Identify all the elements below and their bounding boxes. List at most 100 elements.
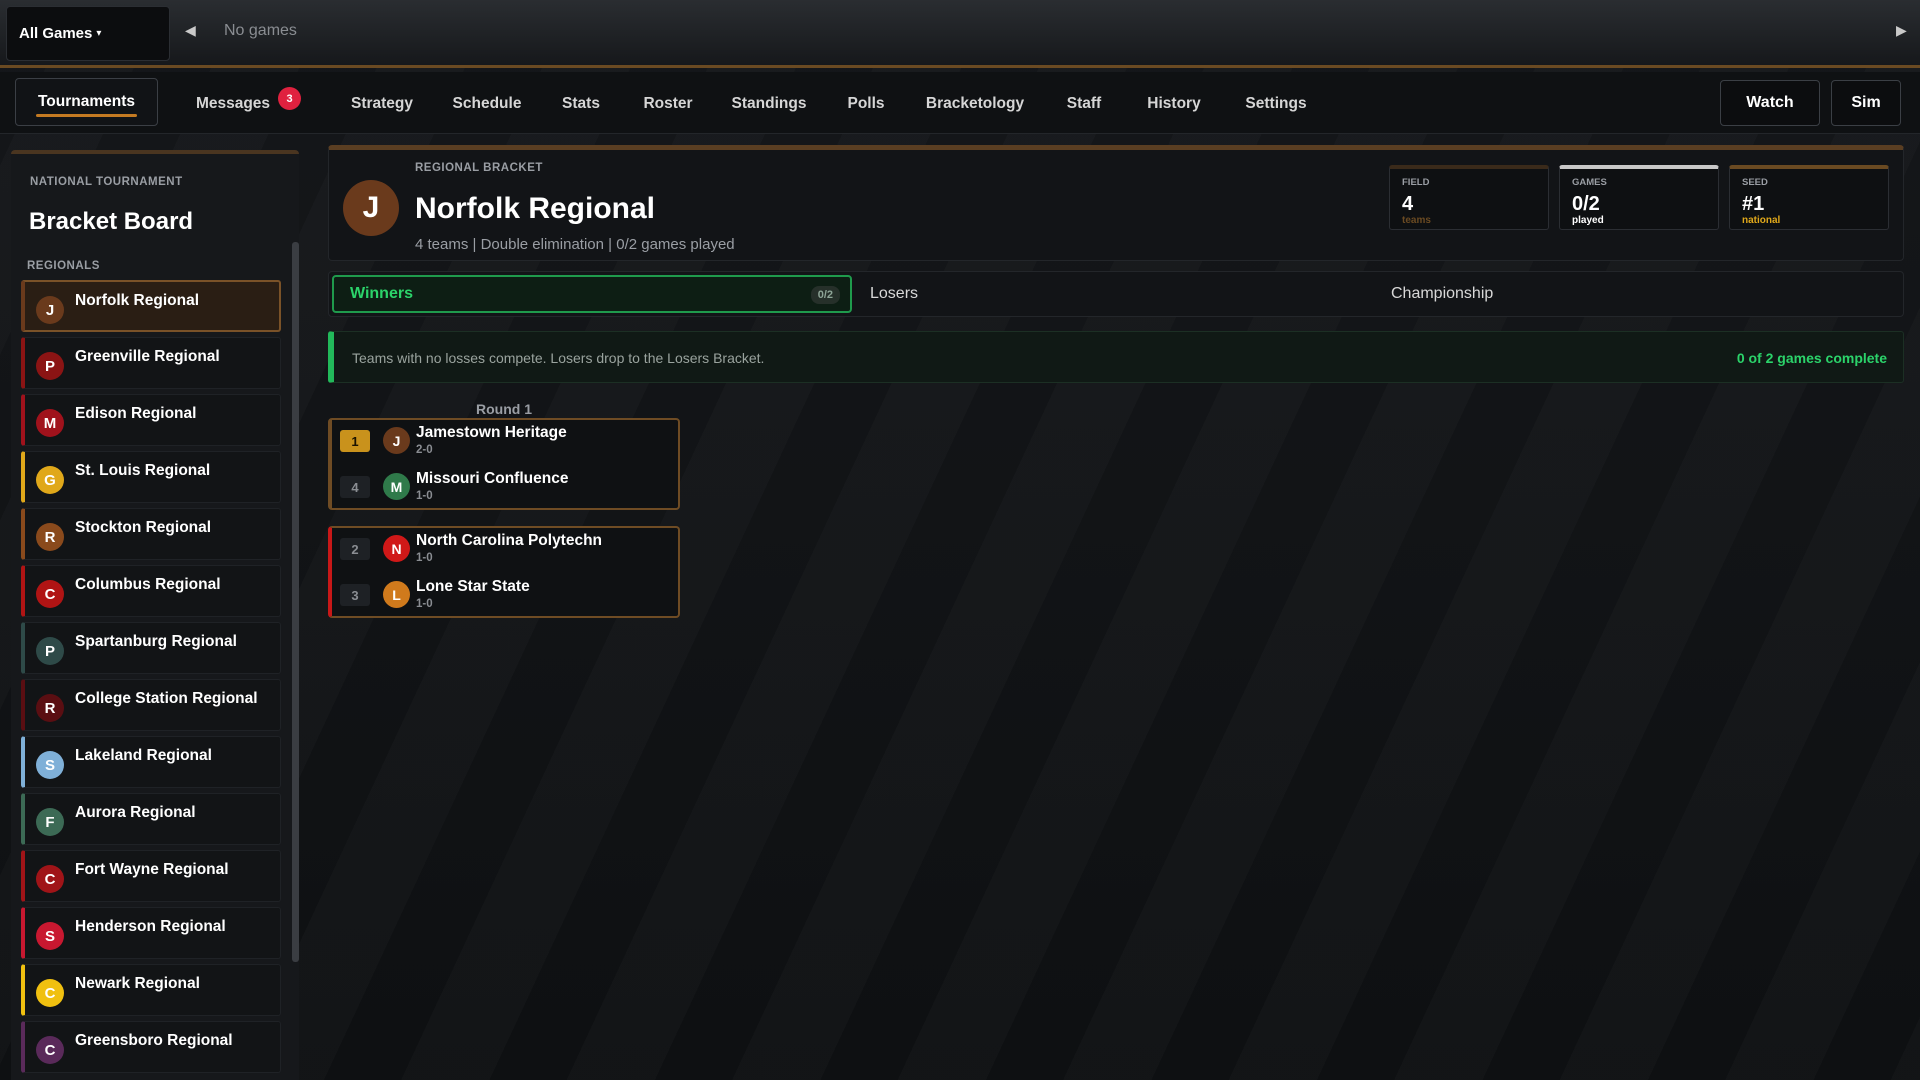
tab-championship[interactable]: Championship [1391, 272, 1493, 316]
tab-stats[interactable]: Stats [560, 87, 602, 121]
team-seed: 3 [340, 584, 370, 606]
info-message: Teams with no losses compete. Losers dro… [352, 350, 765, 366]
tab-strategy[interactable]: Strategy [349, 87, 415, 121]
sidebar-item-label: Spartanburg Regional [75, 633, 237, 650]
tab-label: Tournaments [37, 93, 136, 110]
tab-standings[interactable]: Standings [730, 87, 808, 121]
sidebar-item-label: College Station Regional [75, 690, 258, 707]
matchup-card[interactable]: 2 N North Carolina Polytechn 1-0 3 L Lone Star… [328, 526, 680, 618]
sidebar-item-regional[interactable]: R College Station Regional [21, 679, 281, 731]
sidebar-scrollbar[interactable] [292, 242, 299, 962]
chevron-down-icon: ▾ [96, 28, 102, 39]
sidebar-item-regional[interactable]: C Fort Wayne Regional [21, 850, 281, 902]
team-name: North Carolina Polytechn [416, 532, 603, 549]
sidebar-item-regional[interactable]: R Stockton Regional [21, 508, 281, 560]
sidebar-title: Bracket Board [29, 208, 194, 235]
tab-label: Messages [195, 95, 271, 112]
sidebar-item-label: Columbus Regional [75, 576, 221, 593]
sidebar-item-label: Fort Wayne Regional [75, 861, 229, 878]
no-games-text: No games [224, 22, 297, 39]
team-logo: M [383, 473, 410, 500]
team-logo: J [383, 427, 410, 454]
stat-key: SEED [1742, 177, 1768, 188]
regional-avatar: C [36, 580, 64, 608]
regional-avatar: S [36, 922, 64, 950]
team-seed: 4 [340, 476, 370, 498]
sidebar-item-label: Stockton Regional [75, 519, 212, 536]
sidebar-item-regional[interactable]: C Columbus Regional [21, 565, 281, 617]
tab-label: Schedule [452, 95, 522, 112]
tab-tournaments[interactable]: Tournaments [15, 78, 158, 126]
sidebar-item-label: St. Louis Regional [75, 462, 211, 479]
sidebar-item-regional[interactable]: M Edison Regional [21, 394, 281, 446]
sim-button[interactable]: Sim [1831, 80, 1901, 126]
matchup-card[interactable]: 1 J Jamestown Heritage 2-0 4 M Missouri Conflu… [328, 418, 680, 510]
regional-header: J REGIONAL BRACKET Norfolk Regional 4 te… [328, 145, 1904, 261]
sidebar-item-label: Aurora Regional [75, 804, 196, 821]
sidebar-item-label: Greenville Regional [75, 348, 220, 365]
sidebar-item-regional[interactable]: C Greensboro Regional [21, 1021, 281, 1073]
header-kicker: REGIONAL BRACKET [415, 162, 543, 174]
regional-avatar: G [36, 466, 64, 494]
regional-avatar: P [36, 637, 64, 665]
page-title: Norfolk Regional [415, 192, 656, 225]
tab-losers[interactable]: Losers [870, 272, 918, 316]
regional-avatar: R [36, 694, 64, 722]
sidebar-item-regional[interactable]: S Lakeland Regional [21, 736, 281, 788]
team-record: 1-0 [416, 552, 433, 564]
sidebar-item-regional[interactable]: S Henderson Regional [21, 907, 281, 959]
regional-avatar: C [36, 979, 64, 1007]
team-seed: 2 [340, 538, 370, 560]
sidebar-item-regional[interactable]: P Spartanburg Regional [21, 622, 281, 674]
regional-avatar: C [36, 865, 64, 893]
stat-box: GAMES 0/2 played [1559, 165, 1719, 230]
sidebar-item-label: Greensboro Regional [75, 1032, 233, 1049]
messages-unread-badge: 3 [278, 87, 301, 110]
team-record: 2-0 [416, 444, 433, 456]
all-games-dropdown[interactable]: All Games ▾ [6, 6, 170, 61]
team-name: Missouri Confluence [416, 470, 569, 487]
team-row[interactable]: 1 J Jamestown Heritage 2-0 [332, 420, 672, 464]
regional-avatar: J [343, 180, 399, 236]
main-nav: Tournaments Messages 3 Strategy Schedule… [0, 72, 1920, 134]
sidebar-item-regional[interactable]: P Greenville Regional [21, 337, 281, 389]
tab-polls[interactable]: Polls [847, 87, 884, 121]
games-progress: 0 of 2 games complete [1736, 350, 1887, 366]
tab-bracketology[interactable]: Bracketology [925, 87, 1025, 121]
sidebar-item-regional[interactable]: G St. Louis Regional [21, 451, 281, 503]
team-record: 1-0 [416, 490, 433, 502]
regionals-section-label: REGIONALS [27, 260, 100, 272]
tab-winners[interactable]: Winners 0/2 [332, 275, 852, 313]
sidebar-item-regional[interactable]: C Newark Regional [21, 964, 281, 1016]
scroll-right-arrow-icon[interactable]: ▶ [1896, 22, 1907, 39]
tab-history[interactable]: History [1146, 87, 1202, 121]
tab-messages[interactable]: Messages [195, 87, 271, 121]
watch-button[interactable]: Watch [1720, 80, 1820, 126]
tab-label: Roster [643, 95, 693, 112]
tab-settings[interactable]: Settings [1244, 87, 1308, 121]
regionals-sidebar: NATIONAL TOURNAMENT Bracket Board REGION… [11, 150, 299, 1080]
stat-unit: teams [1402, 215, 1431, 226]
tab-label: Losers [870, 285, 919, 302]
team-row[interactable]: 3 L Lone Star State 1-0 [332, 574, 672, 618]
sidebar-item-label: Newark Regional [75, 975, 200, 992]
bracket-info-bar: Teams with no losses compete. Losers dro… [328, 331, 1904, 383]
tab-schedule[interactable]: Schedule [451, 87, 523, 121]
team-row[interactable]: 4 M Missouri Confluence 1-0 [332, 466, 672, 510]
sidebar-item-regional[interactable]: J Norfolk Regional [21, 280, 281, 332]
team-name: Lone Star State [416, 578, 530, 595]
tab-roster[interactable]: Roster [643, 87, 693, 121]
stat-box: SEED #1 national [1729, 165, 1889, 230]
sidebar-item-regional[interactable]: F Aurora Regional [21, 793, 281, 845]
team-row[interactable]: 2 N North Carolina Polytechn 1-0 [332, 528, 672, 572]
stat-value: 0/2 [1572, 193, 1600, 215]
round-label: Round 1 [476, 401, 532, 417]
team-name: Jamestown Heritage [416, 424, 567, 441]
regional-avatar: C [36, 1036, 64, 1064]
stat-box: FIELD 4 teams [1389, 165, 1549, 230]
regional-avatar: S [36, 751, 64, 779]
sidebar-kicker: NATIONAL TOURNAMENT [30, 176, 183, 188]
scroll-left-arrow-icon[interactable]: ◀ [185, 22, 196, 39]
tab-staff[interactable]: Staff [1065, 87, 1103, 121]
games-strip: All Games ▾ ◀ No games ▶ [0, 0, 1920, 68]
